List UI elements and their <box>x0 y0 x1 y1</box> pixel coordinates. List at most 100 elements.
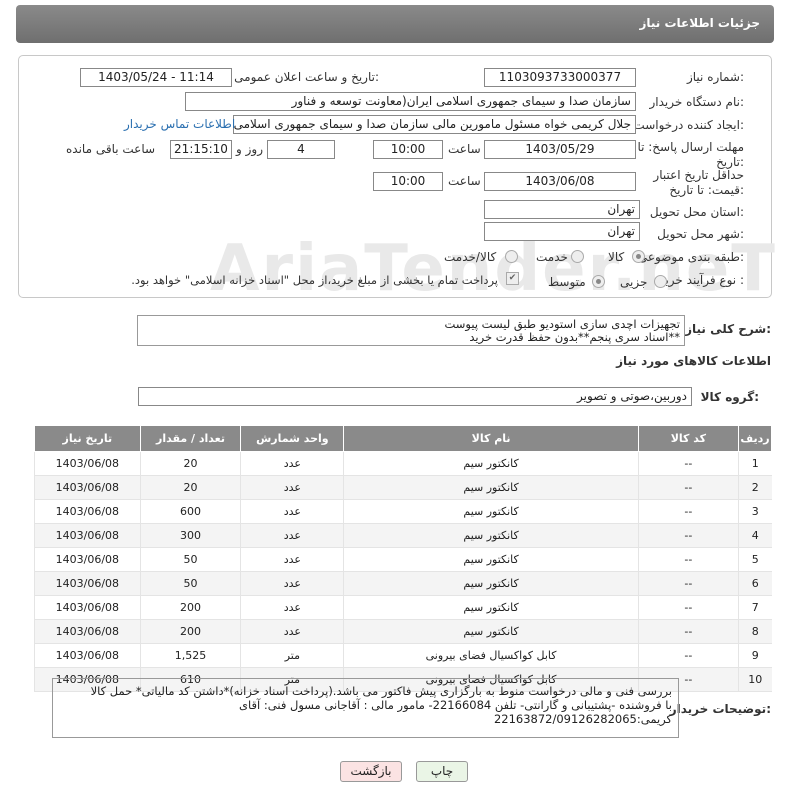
summary-label: شرح کلی نیاز: <box>685 322 771 336</box>
cell-row: 1 <box>738 451 772 476</box>
city-label: شهر محل تحویل: <box>657 227 744 241</box>
page-header: جزئیات اطلاعات نیاز <box>16 5 774 43</box>
cell-unit: عدد <box>240 499 344 524</box>
category-label: طبقه بندی موضوعی: <box>637 250 744 264</box>
payment-note: پرداخت تمام یا بخشی از مبلغ خرید،از محل … <box>131 273 498 287</box>
cell-row: 8 <box>738 619 772 644</box>
table-row: 3 -- کانکتور سیم عدد 600 1403/06/08 <box>34 499 772 524</box>
cell-unit: متر <box>240 643 344 668</box>
cell-row: 5 <box>738 547 772 572</box>
process-radio-medium[interactable] <box>592 275 605 288</box>
col-qty: تعداد / مقدار <box>139 425 242 452</box>
deadline-date-field: 1403/05/29 <box>484 140 636 159</box>
cell-date: 1403/06/08 <box>34 475 141 500</box>
cell-code: -- <box>637 475 739 500</box>
col-name: نام کالا <box>343 425 639 452</box>
buyer-org-field: سازمان صدا و سیمای جمهوری اسلامی ایران(م… <box>185 92 636 111</box>
table-row: 1 -- کانکتور سیم عدد 20 1403/06/08 <box>34 451 772 476</box>
print-button[interactable]: چاپ <box>416 761 468 782</box>
buyer-notes-label: توضیحات خریدار: <box>669 702 771 716</box>
cell-qty: 20 <box>139 475 241 500</box>
validity-time-label: ساعت <box>448 174 481 188</box>
table-header-row: ردیف کد کالا نام کالا واحد شمارش تعداد /… <box>34 425 772 452</box>
cell-date: 1403/06/08 <box>34 619 141 644</box>
process-option-medium: متوسط <box>548 275 586 289</box>
cell-date: 1403/06/08 <box>34 499 141 524</box>
remaining-label: ساعت باقی مانده <box>66 142 156 156</box>
cell-unit: عدد <box>240 595 344 620</box>
cell-date: 1403/06/08 <box>34 571 141 596</box>
cell-row: 9 <box>738 643 772 668</box>
validity-date-field: 1403/06/08 <box>484 172 636 191</box>
cell-date: 1403/06/08 <box>34 547 141 572</box>
cell-row: 2 <box>738 475 772 500</box>
payment-checkbox[interactable]: ✔ <box>506 272 519 285</box>
col-code: کد کالا <box>637 425 740 452</box>
cell-code: -- <box>637 451 739 476</box>
cell-code: -- <box>637 571 739 596</box>
table-row: 4 -- کانکتور سیم عدد 300 1403/06/08 <box>34 523 772 548</box>
summary-line-2: **اسناد سری پنجم**بدون حفظ قدرت خرید <box>469 330 680 344</box>
need-number-label: شماره نیاز: <box>686 70 744 84</box>
cell-unit: عدد <box>240 547 344 572</box>
cell-name: کانکتور سیم <box>343 595 639 620</box>
goods-group-field: دوربین،صوتی و تصویر <box>138 387 692 406</box>
cell-qty: 200 <box>139 619 241 644</box>
col-unit: واحد شمارش <box>240 425 345 452</box>
back-button[interactable]: بازگشت <box>340 761 402 782</box>
deadline-time-label: ساعت <box>448 142 481 156</box>
cell-qty: 1,525 <box>139 643 241 668</box>
cell-name: کابل کواکسیال فضای بیرونی <box>343 643 639 668</box>
days-label: روز و <box>236 142 263 156</box>
watermark-logo: AriaTender.neT <box>210 232 777 306</box>
buyer-notes-textarea: بررسی فنی و مالی درخواست منوط به بارگزار… <box>52 678 679 738</box>
category-radio-goods[interactable] <box>632 250 645 263</box>
cell-row: 4 <box>738 523 772 548</box>
cell-qty: 50 <box>139 571 241 596</box>
buyer-contact-link[interactable]: اطلاعات تماس خریدار <box>124 117 235 131</box>
announce-field: 1403/05/24 - 11:14 <box>80 68 232 87</box>
announce-label: تاریخ و ساعت اعلان عمومی: <box>234 70 379 84</box>
cell-qty: 300 <box>139 523 241 548</box>
cell-unit: عدد <box>240 619 344 644</box>
cell-code: -- <box>637 595 739 620</box>
cell-qty: 600 <box>139 499 241 524</box>
col-date: تاریخ نیاز <box>34 425 141 452</box>
buyer-notes-line-1: بررسی فنی و مالی درخواست منوط به بارگزار… <box>90 684 672 698</box>
cell-name: کانکتور سیم <box>343 523 639 548</box>
cell-row: 3 <box>738 499 772 524</box>
cell-date: 1403/06/08 <box>34 451 141 476</box>
cell-row: 10 <box>738 667 772 692</box>
category-option-goods: کالا <box>608 250 625 264</box>
cell-unit: عدد <box>240 571 344 596</box>
page-title: جزئیات اطلاعات نیاز <box>639 16 760 30</box>
cell-unit: عدد <box>240 475 344 500</box>
table-row: 7 -- کانکتور سیم عدد 200 1403/06/08 <box>34 595 772 620</box>
remaining-time-field: 21:15:10 <box>170 140 232 159</box>
table-row: 8 -- کانکتور سیم عدد 200 1403/06/08 <box>34 619 772 644</box>
need-number-field: 1103093733000377 <box>484 68 636 87</box>
summary-textarea: تجهیزات اچدی سازی استودیو طبق لیست پیوست… <box>137 315 685 346</box>
cell-row: 7 <box>738 595 772 620</box>
process-radio-minor[interactable] <box>654 275 667 288</box>
cell-unit: عدد <box>240 523 344 548</box>
table-row: 6 -- کانکتور سیم عدد 50 1403/06/08 <box>34 571 772 596</box>
creator-field: جلال کریمی خواه مسئول مامورین مالی سازما… <box>233 115 636 134</box>
goods-section-title: اطلاعات کالاهای مورد نیاز <box>616 354 771 368</box>
deadline-time-field: 10:00 <box>373 140 443 159</box>
buyer-notes-line-3: کریمی:22163872/09126282065 <box>493 712 672 726</box>
cell-qty: 50 <box>139 547 241 572</box>
cell-name: کانکتور سیم <box>343 475 639 500</box>
cell-date: 1403/06/08 <box>34 643 141 668</box>
cell-date: 1403/06/08 <box>34 595 141 620</box>
table-row: 5 -- کانکتور سیم عدد 50 1403/06/08 <box>34 547 772 572</box>
validity-time-field: 10:00 <box>373 172 443 191</box>
cell-code: -- <box>637 643 739 668</box>
cell-name: کانکتور سیم <box>343 547 639 572</box>
deadline-label: مهلت ارسال پاسخ: تا تاریخ: <box>637 140 744 169</box>
category-radio-service[interactable] <box>571 250 584 263</box>
buyer-notes-line-2: با فروشنده -پشتیبانی و گارانتی- تلفن 221… <box>239 698 672 712</box>
category-radio-both[interactable] <box>505 250 518 263</box>
cell-name: کانکتور سیم <box>343 571 639 596</box>
table-row: 2 -- کانکتور سیم عدد 20 1403/06/08 <box>34 475 772 500</box>
